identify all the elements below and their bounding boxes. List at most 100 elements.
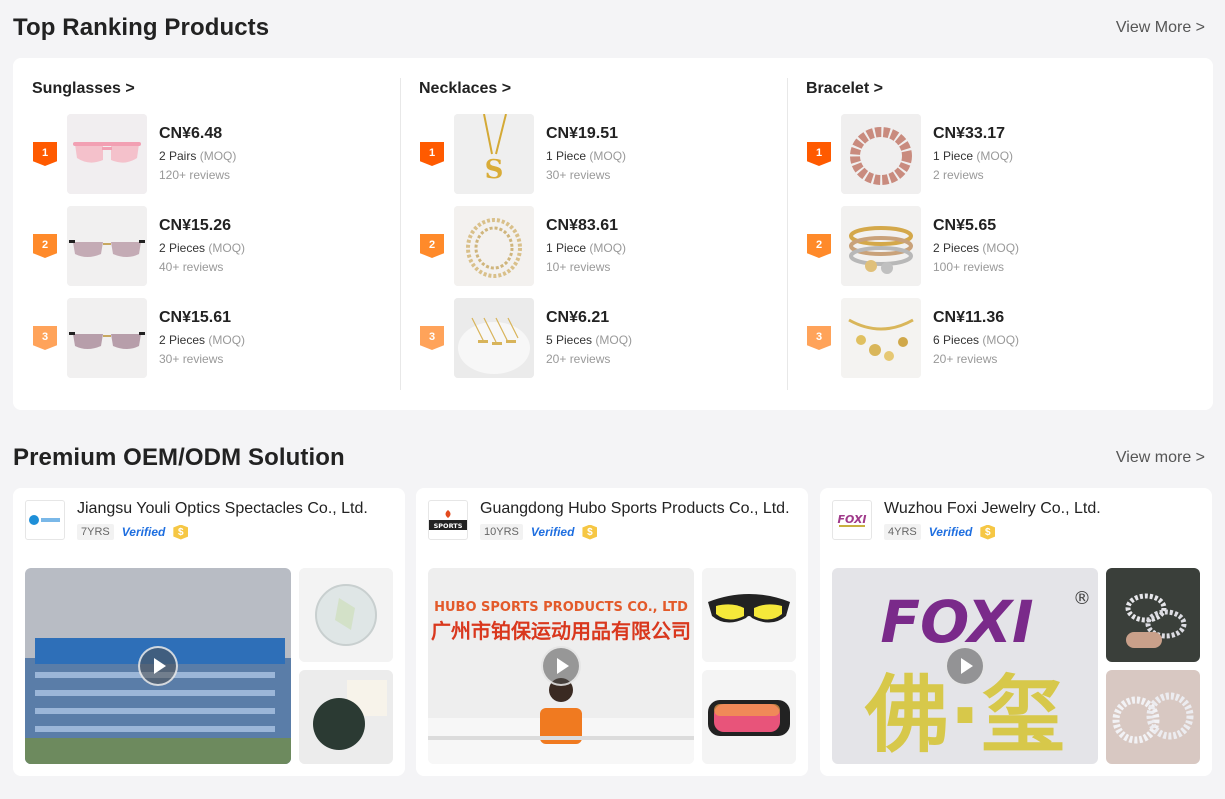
factory-video[interactable]	[25, 568, 291, 764]
ranking-item[interactable]: 3 CN¥11.36 6 Pieces (MOQ) 20+ reviews	[806, 298, 1146, 378]
product-reviews: 40+ reviews	[159, 260, 224, 274]
ranking-item[interactable]: 2 CN¥83.61 1 Piece (MOQ) 10+ reviews	[419, 206, 759, 286]
product-thumbnail[interactable]	[1106, 670, 1200, 764]
product-reviews: 100+ reviews	[933, 260, 1005, 274]
verified-badge: Verified	[122, 525, 166, 539]
product-price: CN¥19.51	[546, 125, 619, 142]
factory-video[interactable]: HUBO SPORTS PRODUCTS CO., LTD 广州市铂保运动用品有…	[428, 568, 694, 764]
product-moq: 2 Pairs (MOQ)	[159, 149, 237, 163]
years-badge: 10YRS	[480, 524, 523, 540]
years-badge: 7YRS	[77, 524, 114, 540]
product-moq: 6 Pieces (MOQ)	[933, 333, 1020, 347]
registered-mark: ®	[1073, 588, 1091, 609]
supplier-card[interactable]: Jiangsu Youli Optics Spectacles Co., Ltd…	[13, 488, 405, 776]
top-ranking-header: Top Ranking Products View More >	[13, 12, 1205, 44]
ranking-item[interactable]: 1 S CN¥19.51 1 Piece (MOQ) 30+ reviews	[419, 114, 759, 194]
product-thumbnail[interactable]	[299, 568, 393, 662]
product-reviews: 30+ reviews	[546, 168, 611, 182]
verified-label: Verified	[928, 525, 973, 539]
rank-badge: 3	[420, 326, 444, 350]
play-icon[interactable]	[138, 646, 178, 686]
product-reviews: 2 reviews	[933, 168, 984, 182]
supplier-meta: 10YRS Verified $	[480, 524, 598, 540]
category-column-sunglasses: Sunglasses > 1 CN¥6.48 2 Pairs (MOQ) 120…	[13, 58, 400, 410]
supplier-meta: 4YRS Verified $	[884, 524, 996, 540]
supplier-logo[interactable]: SPORTS	[428, 500, 468, 540]
category-column-necklaces: Necklaces > 1 S CN¥19.51 1 Piece (MOQ) 3…	[400, 58, 787, 410]
sign-english-text: FOXI	[880, 588, 1033, 656]
top-ranking-title: Top Ranking Products	[13, 14, 270, 41]
product-price: CN¥15.26	[159, 217, 232, 234]
ranking-item[interactable]: 3 CN¥15.61 2 Pieces (MOQ) 30+ reviews	[32, 298, 372, 378]
supplier-name[interactable]: Jiangsu Youli Optics Spectacles Co., Ltd…	[77, 500, 387, 518]
product-reviews: 20+ reviews	[933, 352, 998, 366]
product-thumbnail[interactable]	[702, 670, 796, 764]
rank-badge: 3	[807, 326, 831, 350]
product-reviews: 120+ reviews	[159, 168, 231, 182]
supplier-name[interactable]: Guangdong Hubo Sports Products Co., Ltd.	[480, 500, 790, 518]
supplier-meta: 7YRS Verified $	[77, 524, 189, 540]
ranking-item[interactable]: 2 CN¥15.26 2 Pieces (MOQ) 40+ reviews	[32, 206, 372, 286]
product-thumbnail[interactable]	[299, 670, 393, 764]
supplier-card[interactable]: FOXI Wuzhou Foxi Jewelry Co., Ltd. 4YRS …	[820, 488, 1212, 776]
product-image-rimless-sunglasses[interactable]	[67, 206, 147, 286]
ranking-item[interactable]: 3 CN¥6.21 5 Pieces (MOQ) 20+ reviews	[419, 298, 759, 378]
years-badge: 4YRS	[884, 524, 921, 540]
product-moq: 1 Piece (MOQ)	[933, 149, 1014, 163]
gold-supplier-icon: $	[582, 524, 598, 540]
product-image-cuban-bracelet[interactable]	[841, 114, 921, 194]
oem-title: Premium OEM/ODM Solution	[13, 444, 345, 471]
verified-label: Verified	[121, 525, 166, 539]
factory-video[interactable]: FOXI ® 佛·玺	[832, 568, 1098, 764]
play-icon[interactable]	[541, 646, 581, 686]
product-image-charm-bangles[interactable]	[841, 206, 921, 286]
oem-header: Premium OEM/ODM Solution View more >	[13, 442, 1205, 474]
gold-supplier-icon: $	[980, 524, 996, 540]
product-price: CN¥5.65	[933, 217, 997, 234]
product-thumbnail[interactable]	[1106, 568, 1200, 662]
verified-badge: Verified	[929, 525, 973, 539]
banner-english-text: HUBO SPORTS PRODUCTS CO., LTD	[434, 600, 688, 615]
ranking-item[interactable]: 2 CN¥5.65 2 Pieces (MOQ) 100+ reviews	[806, 206, 1146, 286]
rank-badge: 1	[420, 142, 444, 166]
product-image-letter-s-necklace[interactable]: S	[454, 114, 534, 194]
product-image-bar-necklaces[interactable]	[454, 298, 534, 378]
category-title-necklaces[interactable]: Necklaces >	[419, 80, 511, 98]
product-price: CN¥15.61	[159, 309, 232, 326]
gold-supplier-icon: $	[173, 524, 189, 540]
top-ranking-panel: Sunglasses > 1 CN¥6.48 2 Pairs (MOQ) 120…	[13, 58, 1213, 410]
view-more-link[interactable]: View More >	[1116, 19, 1205, 37]
supplier-card[interactable]: SPORTS Guangdong Hubo Sports Products Co…	[416, 488, 808, 776]
category-title-sunglasses[interactable]: Sunglasses >	[32, 80, 135, 98]
rank-badge: 1	[33, 142, 57, 166]
play-icon[interactable]	[945, 646, 985, 686]
product-moq: 2 Pieces (MOQ)	[933, 241, 1020, 255]
rank-badge: 2	[420, 234, 444, 258]
product-image-pink-sunglasses[interactable]	[67, 114, 147, 194]
product-reviews: 20+ reviews	[546, 352, 611, 366]
supplier-logo[interactable]: FOXI	[832, 500, 872, 540]
supplier-logo[interactable]	[25, 500, 65, 540]
product-image-rimless-sunglasses[interactable]	[67, 298, 147, 378]
rank-badge: 2	[33, 234, 57, 258]
product-price: CN¥11.36	[933, 309, 1005, 326]
category-title-bracelet[interactable]: Bracelet >	[806, 80, 883, 98]
product-price: CN¥6.48	[159, 125, 223, 142]
product-price: CN¥6.21	[546, 309, 610, 326]
product-moq: 2 Pieces (MOQ)	[159, 241, 246, 255]
product-thumbnail[interactable]	[702, 568, 796, 662]
ranking-item[interactable]: 1 CN¥6.48 2 Pairs (MOQ) 120+ reviews	[32, 114, 372, 194]
product-price: CN¥33.17	[933, 125, 1006, 142]
product-moq: 2 Pieces (MOQ)	[159, 333, 246, 347]
svg-text:S: S	[485, 155, 504, 185]
rank-badge: 1	[807, 142, 831, 166]
product-moq: 1 Piece (MOQ)	[546, 149, 627, 163]
product-image-tennis-chain[interactable]	[454, 206, 534, 286]
ranking-item[interactable]: 1 CN¥33.17 1 Piece (MOQ) 2 reviews	[806, 114, 1146, 194]
view-more-link[interactable]: View more >	[1116, 449, 1205, 467]
supplier-name[interactable]: Wuzhou Foxi Jewelry Co., Ltd.	[884, 500, 1194, 518]
banner-chinese-text: 广州市铂保运动用品有限公司	[431, 619, 691, 643]
product-image-charm-bracelet[interactable]	[841, 298, 921, 378]
verified-badge: Verified	[531, 525, 575, 539]
rank-badge: 2	[807, 234, 831, 258]
